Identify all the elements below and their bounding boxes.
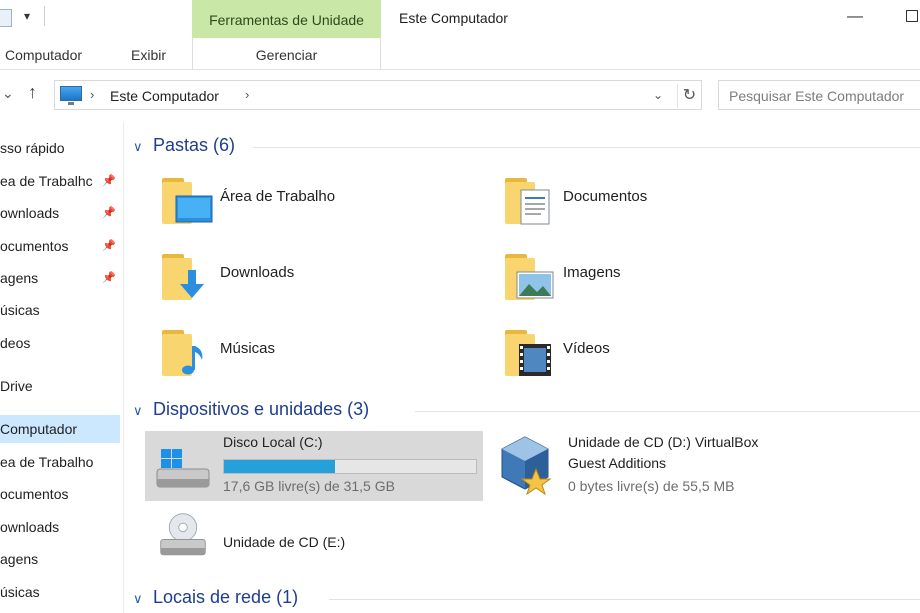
group-header-folders[interactable]: ∨ Pastas (6) <box>133 135 920 159</box>
customize-toolbar-arrow-icon[interactable]: ▾ <box>24 9 30 23</box>
title-bar: ▾ Ferramentas de Unidade Este Computador… <box>0 0 920 38</box>
search-input[interactable] <box>729 87 919 105</box>
address-bar[interactable]: › Este Computador › ⌄ ↻ <box>54 80 702 110</box>
quick-access-toolbar-icon[interactable] <box>0 9 12 27</box>
nav-item-this-pc[interactable]: Computador <box>0 415 120 443</box>
address-dropdown-icon[interactable]: ⌄ <box>653 88 663 102</box>
drive-c[interactable]: Disco Local (C:) 17,6 GB livre(s) de 31,… <box>145 431 483 501</box>
folder-desktop[interactable]: Área de Trabalho <box>158 172 458 236</box>
folder-pictures[interactable]: Imagens <box>501 248 801 312</box>
pictures-folder-icon <box>505 254 554 300</box>
up-arrow-icon[interactable]: ↑ <box>28 82 37 103</box>
navigation-pane: sso rápido ea de Trabalhc 📌 ownloads 📌 ocu… <box>0 122 124 613</box>
drive-e-name: Unidade de CD (E:) <box>223 534 346 550</box>
nav-item-music-quick[interactable]: úsicas <box>0 296 120 324</box>
drive-e[interactable]: Unidade de CD (E:) <box>145 508 483 578</box>
tab-computador[interactable]: Computador <box>5 47 82 63</box>
tab-exibir[interactable]: Exibir <box>131 47 166 63</box>
videos-folder-icon <box>505 330 551 376</box>
group-header-devices[interactable]: ∨ Dispositivos e unidades (3) <box>133 399 920 423</box>
recent-locations-chevron-icon[interactable]: ⌄ <box>2 85 14 102</box>
drive-d-name-line2: Guest Additions <box>568 455 667 471</box>
collapse-chevron-icon[interactable]: ∨ <box>133 139 143 155</box>
content-pane: ∨ Pastas (6) Área de Trabalho Documentos <box>125 122 920 613</box>
nav-item-quick-access[interactable]: sso rápido <box>0 134 120 162</box>
nav-item-documents[interactable]: ocumentos <box>0 480 120 508</box>
folder-videos[interactable]: Vídeos <box>501 324 801 388</box>
drive-d[interactable]: Unidade de CD (D:) VirtualBox Guest Addi… <box>490 431 910 501</box>
pin-icon: 📌 <box>102 207 116 219</box>
address-row: ⌄ ↑ › Este Computador › ⌄ ↻ <box>0 70 920 122</box>
collapse-chevron-icon[interactable]: ∨ <box>133 591 143 607</box>
divider <box>253 147 920 148</box>
cd-drive-icon <box>160 513 206 556</box>
documents-folder-icon <box>505 178 550 225</box>
toolbar-divider <box>44 6 45 26</box>
collapse-chevron-icon[interactable]: ∨ <box>133 403 143 419</box>
nav-item-desktop-pinned[interactable]: ea de Trabalhc 📌 <box>0 167 120 195</box>
nav-item-desktop[interactable]: ea de Trabalho <box>0 448 120 476</box>
folder-documents[interactable]: Documentos <box>501 172 801 236</box>
drive-c-usage-fill <box>224 460 335 473</box>
window-title: Este Computador <box>399 10 508 26</box>
pin-icon: 📌 <box>102 175 116 187</box>
nav-item-music[interactable]: úsicas <box>0 578 120 606</box>
virtualbox-icon <box>501 436 552 495</box>
pin-icon: 📌 <box>102 272 116 284</box>
breadcrumb-separator-icon[interactable]: › <box>90 87 94 102</box>
maximize-icon[interactable] <box>906 10 918 22</box>
nav-item-videos-quick[interactable]: deos <box>0 329 120 357</box>
tab-gerenciar[interactable]: Gerenciar <box>192 38 381 70</box>
nav-item-downloads-pinned[interactable]: ownloads 📌 <box>0 199 120 227</box>
nav-item-pictures-pinned[interactable]: agens 📌 <box>0 264 120 292</box>
breadcrumb-separator-icon[interactable]: › <box>245 87 249 102</box>
nav-item-documents-pinned[interactable]: ocumentos 📌 <box>0 232 120 260</box>
drive-d-name-line1: Unidade de CD (D:) VirtualBox <box>568 434 759 450</box>
divider <box>329 599 920 600</box>
drive-tools-context-tab[interactable]: Ferramentas de Unidade <box>192 0 381 38</box>
minimize-icon[interactable]: — <box>847 8 863 26</box>
windows-drive-icon <box>156 449 210 488</box>
drive-d-free-space: 0 bytes livre(s) de 55,5 MB <box>568 478 735 494</box>
drive-c-usage-bar <box>223 459 477 474</box>
nav-item-pictures[interactable]: agens <box>0 545 120 573</box>
divider <box>415 411 920 412</box>
folder-music[interactable]: Músicas <box>158 324 458 388</box>
nav-item-downloads[interactable]: ownloads <box>0 513 120 541</box>
this-pc-icon <box>60 86 82 105</box>
drive-c-name: Disco Local (C:) <box>223 434 323 450</box>
desktop-folder-icon <box>162 178 213 224</box>
group-header-network[interactable]: ∨ Locais de rede (1) <box>133 587 920 611</box>
pin-icon: 📌 <box>102 240 116 252</box>
folder-downloads[interactable]: Downloads <box>158 248 458 312</box>
refresh-icon[interactable]: ↻ <box>677 84 701 108</box>
search-box[interactable] <box>718 80 920 110</box>
drive-c-free-space: 17,6 GB livre(s) de 31,5 GB <box>223 478 395 494</box>
downloads-folder-icon <box>162 254 204 300</box>
ribbon-tabs: Computador Exibir Gerenciar <box>0 38 920 70</box>
breadcrumb-this-pc[interactable]: Este Computador <box>110 88 219 104</box>
nav-item-onedrive[interactable]: Drive <box>0 372 120 400</box>
music-folder-icon <box>162 330 203 376</box>
